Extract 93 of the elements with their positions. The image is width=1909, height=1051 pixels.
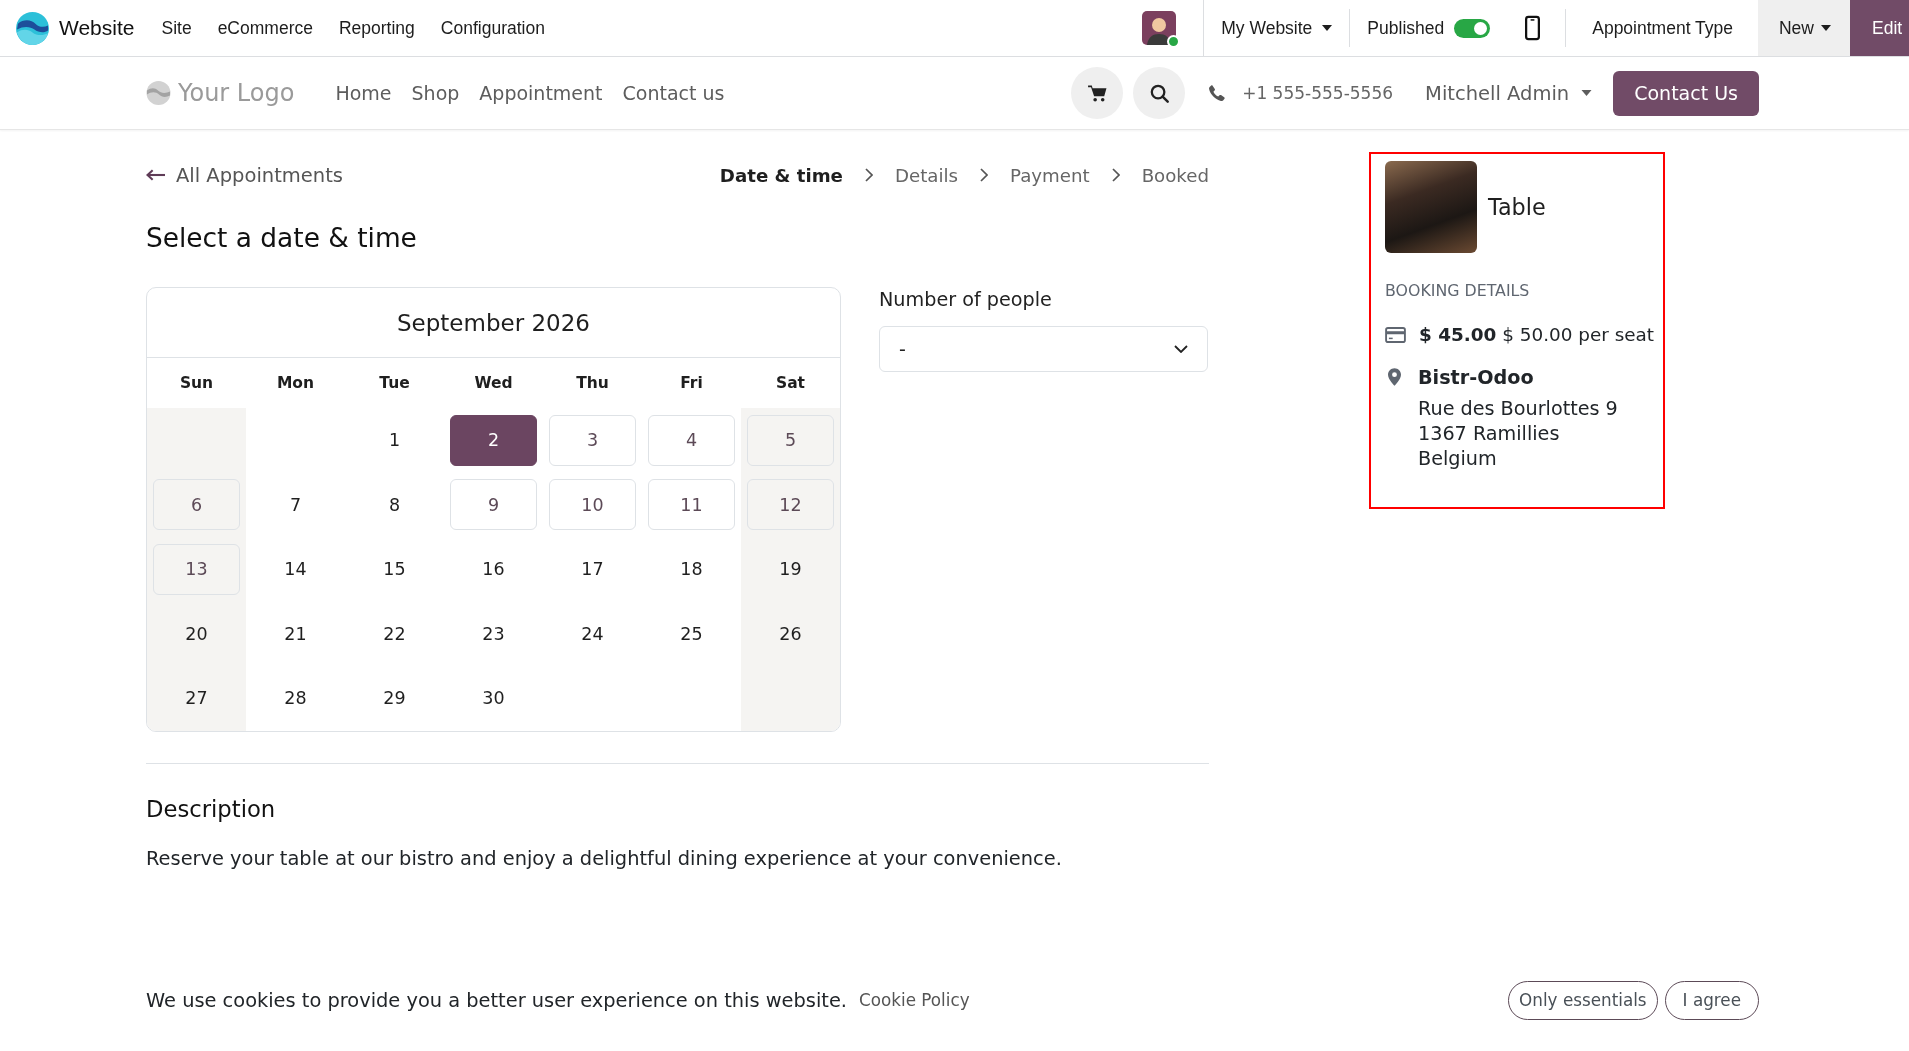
calendar-day: 19 [779,559,802,580]
back-link[interactable]: All Appointments [146,163,343,187]
nav-link[interactable]: Shop [411,82,460,104]
calendar-day: 22 [383,623,406,644]
map-pin-icon [1388,368,1401,386]
mobile-phone-icon [1525,15,1541,41]
app-logo-icon [16,11,49,45]
people-select[interactable]: - [879,326,1208,372]
step-label: Details [894,164,958,186]
phone-icon [1209,85,1226,101]
chevron-right-icon [980,168,988,182]
menu-item[interactable]: eCommerce [204,0,326,56]
caret-icon [1322,25,1333,31]
calendar-day: 1 [388,430,401,451]
menu-item[interactable]: Reporting [325,0,428,56]
section-label: BOOKING DETAILS [1385,280,1530,302]
calendar-day: 17 [581,559,604,580]
date-button[interactable]: 6 [153,479,240,531]
avatar-icon [1142,11,1177,45]
menu-item[interactable]: Site [148,0,205,56]
weekday-label: Mon [276,374,315,392]
caret-icon [1821,25,1831,31]
cookie-policy-link[interactable]: Cookie Policy [859,990,970,1010]
step-label: Booked [1141,164,1209,186]
arrow-left-icon [146,169,165,181]
calendar-day: 26 [779,623,802,644]
nav-link[interactable]: Home [335,82,392,104]
step-label: Payment [1010,164,1090,186]
menu-item[interactable]: Configuration [427,0,558,56]
step-label: Date & time [719,164,843,186]
address-line: 1367 Ramillies [1418,421,1560,446]
published-toggle[interactable] [1454,18,1491,38]
weekday-label: Thu [576,374,609,392]
published-label: Published [1367,17,1445,39]
field-label: Number of people [879,287,1052,313]
calendar-month: September 2026 [397,309,590,336]
cookie-notice-text: We use cookies to provide you a better user experience on this website. [146,988,848,1012]
contact-us-button[interactable]: Contact Us [1613,70,1759,116]
calendar-day: 14 [284,559,307,580]
logo-mark-icon [146,81,171,105]
date-button[interactable]: 4 [648,414,735,466]
new-button[interactable]: New [1758,0,1850,56]
date-button[interactable]: 9 [450,479,537,531]
chevron-right-icon [1111,168,1120,182]
price-text: $ 45.00 $ 50.00 per seat [1419,324,1655,345]
weekday-label: Sat [775,374,805,392]
appointment-name: Table [1488,194,1546,220]
date-button[interactable]: 11 [648,479,735,531]
calendar-day: 15 [383,559,406,580]
weekday-label: Wed [474,374,513,392]
calendar-day: 7 [289,494,302,515]
date-button[interactable]: 13 [153,543,240,595]
date-button[interactable]: 10 [549,479,636,531]
credit-card-icon [1385,326,1406,343]
calendar-day: 18 [680,559,703,580]
date-button[interactable]: 12 [747,479,834,531]
calendar-day: 29 [383,688,406,709]
calendar-day: 28 [284,688,307,709]
chevron-right-icon [864,168,873,182]
calendar-day: 21 [284,623,307,644]
caret-icon [1581,90,1593,96]
address-line: Belgium [1418,446,1497,471]
user-menu-button[interactable]: Mitchell Admin [1425,81,1593,105]
calendar-day: 30 [482,688,505,709]
calendar-day: 23 [482,623,505,644]
weekday-label: Tue [379,374,410,392]
location-name: Bistr-Odoo [1418,365,1534,390]
calendar-day: 27 [185,688,208,709]
cart-icon [1087,84,1107,102]
calendar-day: 8 [388,494,401,515]
search-icon [1149,83,1169,103]
nav-link[interactable]: Contact us [622,82,725,104]
description-text: Reserve your table at our bistro and enjoy a delightful dining experience at your convenience. [146,845,1063,872]
weekday-label: Fri [680,374,703,392]
edit-button[interactable]: Edit [1850,0,1909,56]
phone-link[interactable]: +1 555-555-5556 [1209,83,1394,103]
nav-link[interactable]: Appointment [479,82,603,104]
date-button[interactable]: 5 [747,414,834,466]
calendar-day: 16 [482,559,505,580]
chevron-down-icon [1174,345,1188,353]
page-title: Select a date & time [146,221,418,255]
website-menu-button[interactable]: My Website [1204,0,1350,56]
calendar-day: 25 [680,623,703,644]
section-heading: Description [146,794,277,824]
calendar-day: 24 [581,623,604,644]
status-dot-icon [1167,35,1181,48]
calendar-day: 20 [185,623,208,644]
app-name: Website [59,16,135,40]
appointment-type-button[interactable]: Appointment Type [1566,0,1758,56]
weekday-label: Sun [179,374,214,392]
date-button[interactable]: 3 [549,414,636,466]
date-button[interactable]: 2 [450,414,537,466]
address-line: Rue des Bourlottes 9 [1418,396,1618,421]
